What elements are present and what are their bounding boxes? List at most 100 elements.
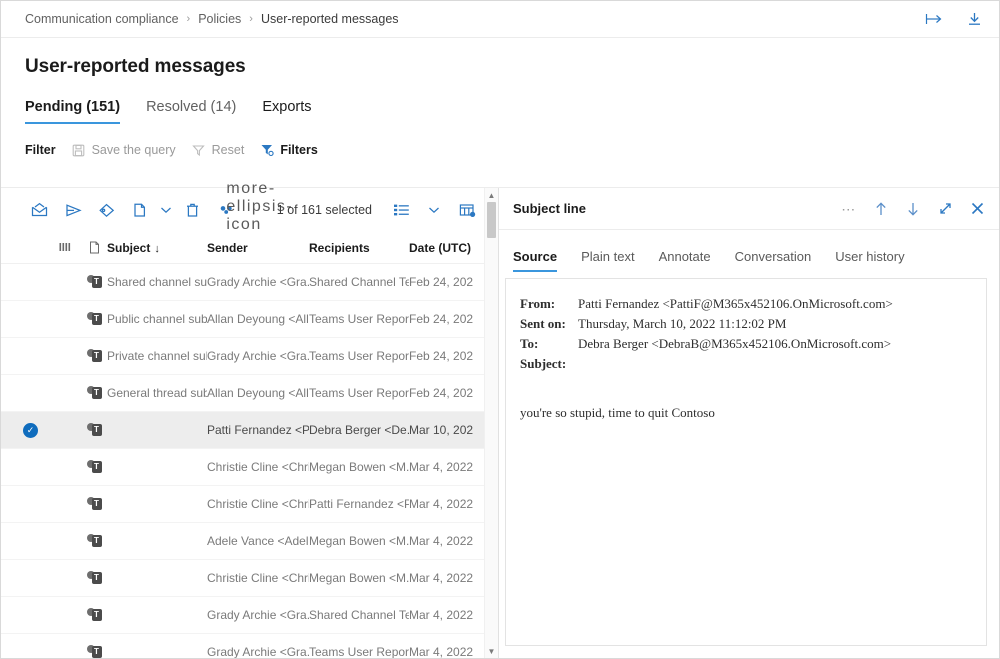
document-icon[interactable] [81,241,107,254]
row-recipients: Debra Berger <De... [309,423,409,437]
column-bars-icon[interactable] [49,242,81,253]
pivot-tabs: Pending (151) Resolved (14) Exports [1,78,999,124]
row-checkbox[interactable]: ✓ [23,422,49,438]
table-row[interactable]: ✓ T Patti Fernandez <P... Debra Berger <De.… [1,412,498,449]
row-date: Mar 4, 2022 [409,534,474,548]
detail-tab-conversation[interactable]: Conversation [735,249,812,272]
column-header-subject[interactable]: Subject ↓ [107,241,207,255]
row-recipients: Teams User Reporti... [309,645,409,658]
row-recipients: Teams User Reporti... [309,349,409,363]
top-bar: Communication compliance › Policies › Us… [1,1,999,38]
tag-icon[interactable] [90,194,123,226]
teams-icon: T [86,275,102,289]
download-icon[interactable] [963,8,985,30]
table-row[interactable]: T General thread sub...Allan Deyoung <All… [1,375,498,412]
teams-icon: T [86,312,102,326]
row-recipients: Megan Bowen <M... [309,534,409,548]
to-label: To: [520,335,539,351]
row-date: Feb 24, 202 [409,275,474,289]
breadcrumb-separator-icon: › [249,13,253,25]
breadcrumb-item-policies[interactable]: Policies [198,12,241,26]
breadcrumb-item-communication-compliance[interactable]: Communication compliance [25,12,179,26]
subject-label: Subject: [520,355,567,371]
arrow-down-icon[interactable] [903,199,923,219]
table-row[interactable]: T Shared channel su... Grady Archie <Gra..… [1,264,498,301]
close-icon[interactable] [967,199,987,219]
teams-icon: T [86,534,102,548]
row-type-cell: T [81,645,107,658]
scroll-down-icon[interactable]: ▼ [488,644,496,658]
detail-tab-user-history[interactable]: User history [835,249,904,272]
table-row[interactable]: T Public channel subj...Allan Deyoung <Al… [1,301,498,338]
tab-resolved[interactable]: Resolved (14) [146,99,236,124]
message-header-from: From: Patti Fernandez <PattiF@M365x45210… [520,295,972,314]
sort-descending-icon: ↓ [154,242,160,255]
save-the-query-button[interactable]: Save the query [72,143,176,157]
teams-icon: T [86,386,102,400]
row-type-cell: T [81,275,107,289]
tab-pending[interactable]: Pending (151) [25,99,121,124]
scroll-up-icon[interactable]: ▲ [488,188,496,202]
chevron-down-icon[interactable] [156,194,176,226]
app-window: Communication compliance › Policies › Us… [0,0,1000,659]
column-header-recipients[interactable]: Recipients [309,241,409,255]
save-icon [72,143,86,157]
column-options-icon[interactable] [450,194,484,226]
detail-tab-annotate[interactable]: Annotate [659,249,711,272]
from-value: Patti Fernandez <PattiF@M365x452106.OnMi… [578,296,893,311]
row-sender: Allan Deyoung <All... [207,386,309,400]
send-flag-icon[interactable] [56,194,89,226]
table-row[interactable]: T Grady Archie <Gra...Shared Channel Tes.… [1,597,498,634]
breadcrumb-item-user-reported-messages[interactable]: User-reported messages [261,12,399,26]
row-date: Mar 4, 2022 [409,645,474,658]
detail-tab-source[interactable]: Source [513,249,558,272]
row-date: Mar 4, 2022 [409,460,474,474]
resolve-envelope-icon[interactable] [23,194,56,226]
table-row[interactable]: T Private channel sub...Grady Archie <Gra… [1,338,498,375]
table-row[interactable]: T Adele Vance <Adel... Megan Bowen <M... Ma… [1,523,498,560]
row-recipients: Megan Bowen <M... [309,571,409,585]
table-row[interactable]: T Christie Cline <Chri...Megan Bowen <M..… [1,449,498,486]
detail-tab-plain-text[interactable]: Plain text [581,249,634,272]
row-type-cell: T [81,349,107,363]
row-sender: Christie Cline <Chri... [207,571,309,585]
table-body: T Shared channel su... Grady Archie <Gra..… [1,264,498,658]
table-header: Subject ↓ Sender Recipients Date (UTC) [1,232,498,264]
table-row[interactable]: T Christie Cline <Chri...Patti Fernandez … [1,486,498,523]
teams-icon: T [86,497,102,511]
expand-diagonal-icon[interactable] [935,199,955,219]
detail-pane: Subject line ⋯ Source Plain text Annotat… [498,188,999,658]
more-ellipsis-icon[interactable]: ⋯ [839,199,859,219]
report-document-icon[interactable] [123,194,156,226]
filters-button[interactable]: Filters [260,143,318,157]
tab-exports[interactable]: Exports [262,99,311,124]
arrow-up-icon[interactable] [871,199,891,219]
filters-label: Filters [280,143,318,157]
teams-icon: T [86,460,102,474]
list-view-icon[interactable] [384,194,418,226]
row-subject: General thread sub... [107,386,207,400]
detail-title: Subject line [513,201,586,216]
reset-button[interactable]: Reset [192,143,244,157]
breadcrumb-separator-icon: › [186,13,191,25]
table-row[interactable]: T Grady Archie <Gra...Teams User Reporti.… [1,634,498,658]
more-ellipsis-icon[interactable]: more-ellipsis-icon [226,180,291,233]
expand-width-icon[interactable] [923,8,945,30]
scrollbar-track[interactable] [485,202,498,644]
delete-trash-icon[interactable] [176,194,209,226]
selection-count: 1 of 161 selected [276,203,372,217]
message-viewer: From: Patti Fernandez <PattiF@M365x45210… [505,278,987,646]
row-type-cell: T [81,312,107,326]
table-row[interactable]: T Christie Cline <Chri...Megan Bowen <M..… [1,560,498,597]
list-scrollbar[interactable]: ▲ ▼ [484,188,498,658]
scrollbar-thumb[interactable] [487,202,496,238]
row-type-cell: T [81,571,107,585]
row-type-cell: T [81,460,107,474]
message-body: you're so stupid, time to quit Contoso [520,405,715,421]
column-header-sender[interactable]: Sender [207,241,309,255]
funnel-reset-icon [192,143,206,157]
row-sender: Grady Archie <Gra... [207,275,309,289]
column-header-date[interactable]: Date (UTC) [409,241,479,255]
save-the-query-label: Save the query [91,143,176,157]
chevron-down-icon[interactable] [424,194,444,226]
